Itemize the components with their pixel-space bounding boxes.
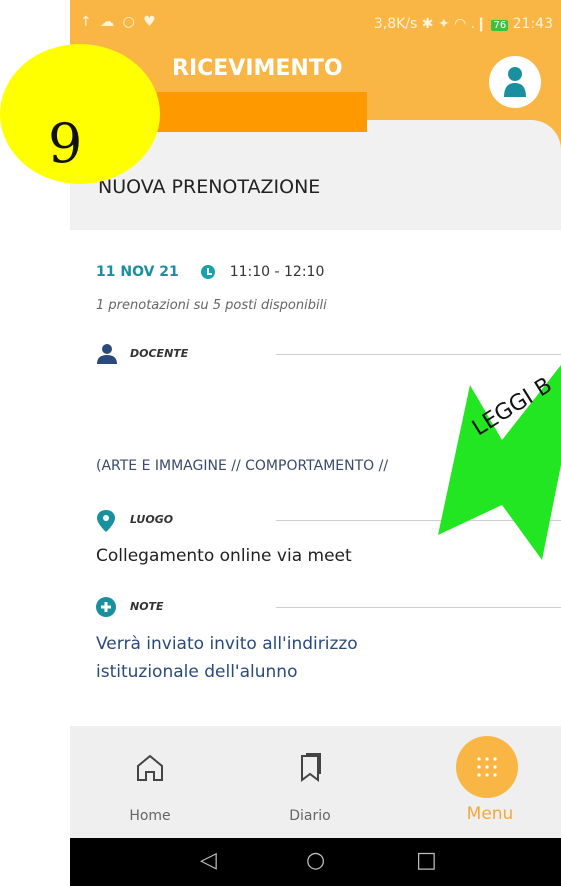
bottom-tab-bar: Home Diario Menu <box>70 726 561 838</box>
clock-icon <box>201 265 216 279</box>
note-value: Verrà inviato invito all'indirizzo istit… <box>96 634 358 682</box>
android-nav-bar: ◁ ○ □ <box>70 838 561 886</box>
location-pin-icon <box>97 510 115 532</box>
tab-menu-label: Menu <box>466 804 514 824</box>
tab-home-label: Home <box>129 808 171 824</box>
tab-diario-label: Diario <box>289 808 331 824</box>
page-title: RICEVIMENTO <box>172 56 343 81</box>
user-icon <box>504 67 526 97</box>
place-label: LUOGO <box>130 513 174 526</box>
home-circle-icon[interactable]: ○ <box>306 848 325 873</box>
step-number: 9 <box>48 112 83 175</box>
plus-circle-icon <box>96 597 116 617</box>
status-notification-icons: ↑ ☁ ○ ♥ <box>80 14 158 30</box>
status-bar: ↑ ☁ ○ ♥ 3,8K/s ✱ ✦ ◠ .❙ 76 21:43 <box>70 0 561 40</box>
place-value: Collegamento online via meet <box>96 546 352 566</box>
teacher-label: DOCENTE <box>130 347 189 360</box>
network-speed: 3,8K/s <box>373 16 418 32</box>
note-label-row: NOTE <box>96 597 561 619</box>
clock-time: 21:43 <box>512 16 553 32</box>
recents-square-icon[interactable]: □ <box>416 848 437 873</box>
menu-button[interactable] <box>456 736 518 798</box>
appointment-time: 11:10 - 12:10 <box>229 264 325 280</box>
home-icon <box>137 754 163 781</box>
profile-button[interactable] <box>489 56 541 108</box>
tab-home[interactable]: Home <box>100 726 200 838</box>
teacher-subjects: (ARTE E IMMAGINE // COMPORTAMENTO // <box>96 458 389 474</box>
availability-text: 1 prenotazioni su 5 posti disponibili <box>96 298 327 313</box>
back-icon[interactable]: ◁ <box>200 848 217 873</box>
step-number-badge: 9 <box>0 44 160 184</box>
dots-grid-icon <box>477 757 497 777</box>
redaction-bar <box>157 92 367 132</box>
tab-menu[interactable]: Menu <box>440 726 540 838</box>
tab-diario[interactable]: Diario <box>260 726 360 838</box>
date-time-row: 11 NOV 21 11:10 - 12:10 <box>96 264 324 280</box>
battery-icon: 76 <box>491 20 509 31</box>
bookmark-icon <box>301 753 321 782</box>
signal-icons: ✱ ✦ ◠ .❙ <box>421 16 487 32</box>
appointment-date: 11 NOV 21 <box>96 264 179 280</box>
status-right-info: 3,8K/s ✱ ✦ ◠ .❙ 76 21:43 <box>374 16 553 32</box>
divider <box>276 607 561 608</box>
note-label: NOTE <box>130 600 164 613</box>
section-title: NUOVA PRENOTAZIONE <box>98 176 321 198</box>
person-icon <box>97 344 117 364</box>
